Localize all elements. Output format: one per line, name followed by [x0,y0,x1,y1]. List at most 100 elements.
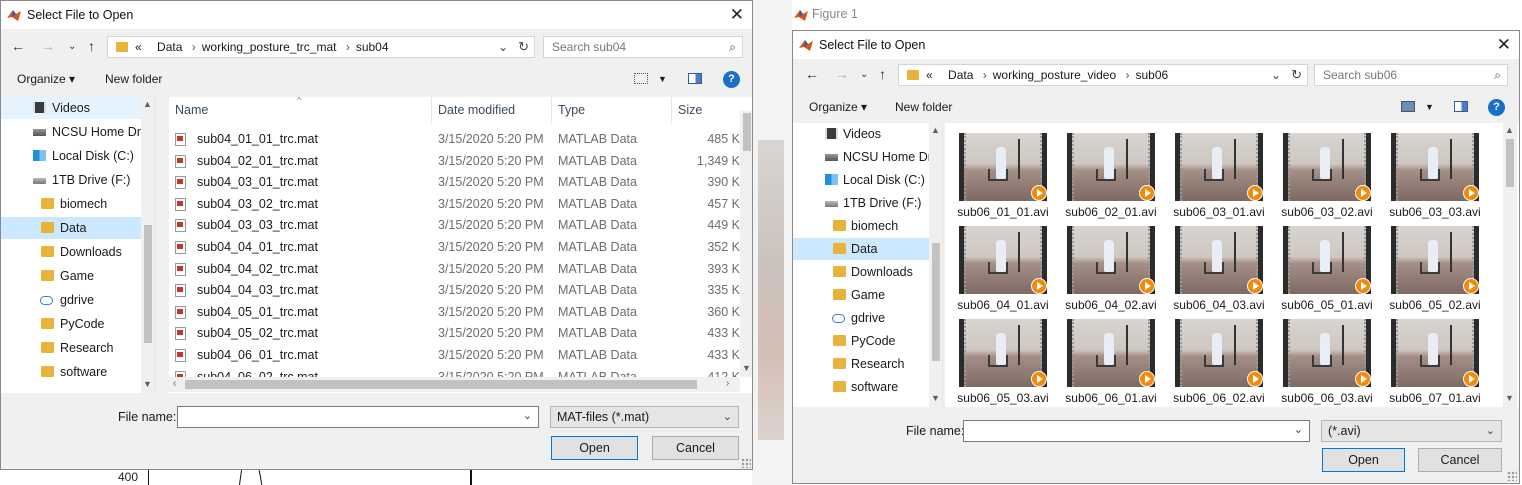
nav-item-research[interactable]: Research [793,353,942,375]
help-icon[interactable]: ? [723,71,740,88]
scroll-left-icon[interactable]: ‹ [173,378,176,389]
view-dropdown-icon[interactable]: ▼ [658,74,667,84]
forward-arrow-icon[interactable]: → [835,66,849,82]
open-button[interactable]: Open [551,436,638,460]
recent-dropdown-icon[interactable]: ⌄ [68,41,76,52]
scroll-up-icon[interactable]: ▲ [1505,125,1514,135]
video-thumbnail-item[interactable]: sub06_03_01.avi [1169,133,1269,225]
back-arrow-icon[interactable]: ← [11,38,25,54]
up-arrow-icon[interactable]: ↑ [88,38,95,54]
nav-item-downloads[interactable]: Downloads [1,241,154,263]
cancel-button[interactable]: Cancel [652,436,739,460]
up-arrow-icon[interactable]: ↑ [879,66,886,82]
nav-item-downloads[interactable]: Downloads [793,261,942,283]
search-input[interactable]: Search sub04 ⌕ [543,36,743,58]
nav-item-software[interactable]: software [1,361,154,383]
file-row[interactable]: sub04_05_01_trc.mat 3/15/2020 5:20 PM MATL… [169,302,752,323]
video-thumbnail-item[interactable]: sub06_06_01.avi [1061,319,1161,407]
file-row[interactable]: sub04_04_02_trc.mat 3/15/2020 5:20 PM MATL… [169,259,752,280]
file-row[interactable]: sub04_03_02_trc.mat 3/15/2020 5:20 PM MATL… [169,194,752,215]
breadcrumb-item-subfolder[interactable]: sub06 [1136,68,1169,82]
breadcrumb-item-data[interactable]: Data [948,68,973,82]
breadcrumb-item-folder[interactable]: working_posture_trc_mat [202,40,337,54]
search-input[interactable]: Search sub06 ⌕ [1314,64,1508,86]
open-button[interactable]: Open [1322,448,1405,472]
nav-item-game[interactable]: Game [793,284,942,306]
video-thumbnail-item[interactable]: sub06_07_01.avi [1385,319,1485,407]
file-row[interactable]: sub04_05_02_trc.mat 3/15/2020 5:20 PM MATL… [169,323,752,344]
scroll-thumb[interactable] [185,380,697,389]
organize-button[interactable]: Organize ▾ [809,100,867,114]
breadcrumb-item-data[interactable]: Data [157,40,182,54]
scroll-up-icon[interactable]: ▲ [143,99,152,109]
nav-item-pycode[interactable]: PyCode [793,330,942,352]
scroll-down-icon[interactable]: ▼ [1505,393,1514,403]
view-options-icon[interactable] [1401,101,1415,112]
nav-item-ncsu-home-drive[interactable]: NCSU Home Drive [1,121,154,143]
nav-item-game[interactable]: Game [1,265,154,287]
resize-grip-icon[interactable] [741,458,751,468]
video-thumbnail-item[interactable]: sub06_03_03.avi [1385,133,1485,225]
file-row[interactable]: sub04_04_01_trc.mat 3/15/2020 5:20 PM MATL… [169,237,752,258]
nav-item-1tb-drive[interactable]: 1TB Drive (F:) [793,192,942,214]
nav-item-local-disk[interactable]: Local Disk (C:) [793,169,942,191]
file-type-select[interactable]: (*.avi) ⌄ [1321,420,1502,442]
video-thumbnail-item[interactable]: sub06_03_02.avi [1277,133,1377,225]
help-icon[interactable]: ? [1488,99,1505,116]
file-row[interactable]: sub04_02_01_trc.mat 3/15/2020 5:20 PM MATL… [169,151,752,172]
grid-scrollbar[interactable]: ▲ ▼ [1503,123,1517,407]
organize-button[interactable]: Organize ▾ [17,72,75,86]
back-arrow-icon[interactable]: ← [805,66,819,82]
scroll-thumb[interactable] [932,243,940,361]
nav-item-ncsu-home-drive[interactable]: NCSU Home Drive [793,146,942,168]
nav-item-pycode[interactable]: PyCode [1,313,154,335]
close-icon[interactable]: ✕ [730,5,744,25]
file-row[interactable]: sub04_06_01_trc.mat 3/15/2020 5:20 PM MATL… [169,345,752,366]
breadcrumb[interactable]: « Data › working_posture_trc_mat › sub04 ⌄… [107,36,535,58]
recent-dropdown-icon[interactable]: ⌄ [860,69,868,80]
video-thumbnail-item[interactable]: sub06_05_01.avi [1277,226,1377,318]
refresh-icon[interactable]: ↻ [518,37,529,57]
resize-grip-icon[interactable] [1507,471,1517,481]
file-list-hscrollbar[interactable]: ‹ › [169,377,740,392]
file-row[interactable]: sub04_01_01_trc.mat 3/15/2020 5:20 PM MATL… [169,129,752,150]
scroll-down-icon[interactable]: ▼ [742,363,751,373]
nav-item-data[interactable]: Data [793,238,942,260]
view-dropdown-icon[interactable]: ▼ [1425,102,1434,112]
breadcrumb-item-folder[interactable]: working_posture_video [993,68,1116,82]
file-name-input[interactable]: ⌄ [177,406,539,428]
breadcrumb-item-subfolder[interactable]: sub04 [356,40,389,54]
file-row[interactable]: sub04_03_03_trc.mat 3/15/2020 5:20 PM MATL… [169,215,752,236]
scroll-up-icon[interactable]: ▲ [931,125,940,135]
new-folder-button[interactable]: New folder [105,72,162,86]
nav-item-local-disk[interactable]: Local Disk (C:) [1,145,154,167]
nav-item-videos[interactable]: Videos [1,97,154,119]
video-thumbnail-item[interactable]: sub06_04_03.avi [1169,226,1269,318]
nav-item-biomech[interactable]: biomech [793,215,942,237]
scroll-thumb[interactable] [743,113,751,151]
nav-item-data[interactable]: Data [1,217,154,239]
file-row[interactable]: sub04_03_01_trc.mat 3/15/2020 5:20 PM MATL… [169,172,752,193]
nav-item-biomech[interactable]: biomech [1,193,154,215]
file-type-select[interactable]: MAT-files (*.mat) ⌄ [550,406,739,428]
scroll-down-icon[interactable]: ▼ [143,379,152,389]
nav-item-gdrive[interactable]: gdrive [793,307,942,329]
video-thumbnail-item[interactable]: sub06_04_02.avi [1061,226,1161,318]
nav-scrollbar[interactable]: ▲ ▼ [929,123,942,407]
column-header-date[interactable]: Date modified [432,97,552,123]
nav-item-gdrive[interactable]: gdrive [1,289,154,311]
nav-item-research[interactable]: Research [1,337,154,359]
file-name-input[interactable]: ⌄ [963,420,1310,442]
close-icon[interactable]: ✕ [1497,35,1511,55]
nav-item-videos[interactable]: Videos [793,123,942,145]
chevron-down-icon[interactable]: ⌄ [498,37,508,57]
video-thumbnail-item[interactable]: sub06_06_03.avi [1277,319,1377,407]
file-row[interactable]: sub04_04_03_trc.mat 3/15/2020 5:20 PM MATL… [169,280,752,301]
scroll-down-icon[interactable]: ▼ [931,393,940,403]
view-options-icon[interactable] [634,73,648,84]
chevron-down-icon[interactable]: ⌄ [523,409,532,422]
nav-item-software[interactable]: software [793,376,942,398]
file-list-scrollbar[interactable]: ▼ [740,111,752,377]
nav-scrollbar[interactable]: ▲ ▼ [141,97,154,393]
scroll-thumb[interactable] [1506,139,1514,187]
